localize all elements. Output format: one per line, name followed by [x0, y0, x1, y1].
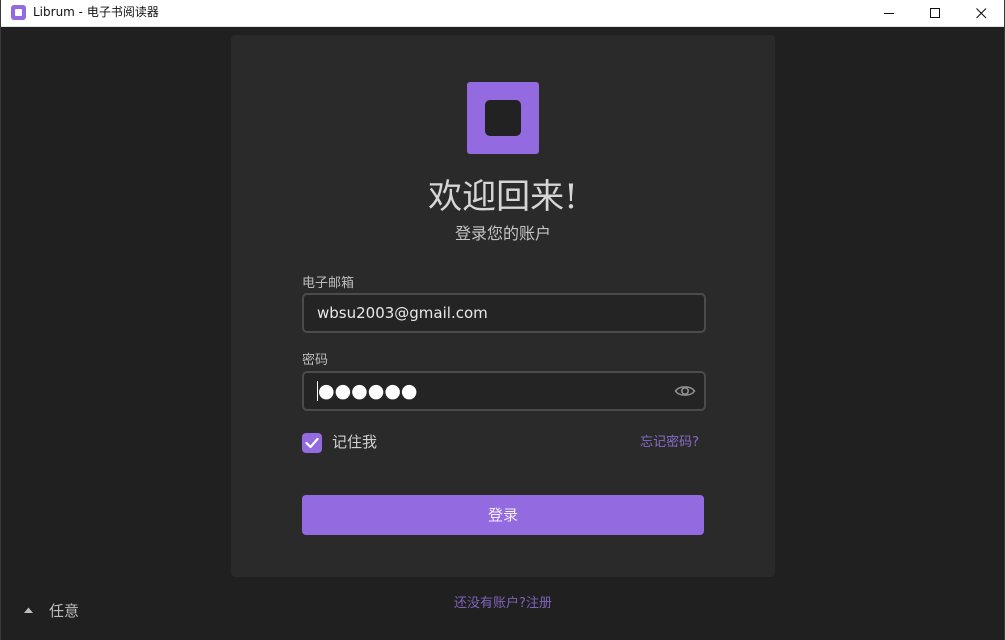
logo-inner-square [485, 100, 521, 136]
window-title: Librum - 电子书阅读器 [33, 5, 159, 19]
email-input[interactable] [304, 295, 664, 331]
librum-logo [467, 82, 539, 154]
password-field[interactable]: ●●●●●● [302, 371, 706, 411]
title-bar[interactable]: Librum - 电子书阅读器 [1, 0, 1004, 27]
minimize-button[interactable] [866, 0, 912, 26]
check-icon [305, 437, 319, 449]
remember-me-label[interactable]: 记住我 [332, 432, 377, 452]
email-label: 电子邮箱 [302, 276, 355, 291]
app-window: Librum - 电子书阅读器 欢迎回来! 登录您的账户 电子邮箱 密码 ●●●… [0, 0, 1005, 640]
login-subheading: 登录您的账户 [454, 224, 551, 243]
close-button[interactable] [958, 0, 1004, 26]
password-label: 密码 [302, 353, 329, 368]
email-field[interactable] [302, 293, 706, 333]
welcome-heading: 欢迎回来! [428, 177, 578, 217]
close-icon [976, 8, 987, 19]
eye-icon [674, 386, 696, 396]
login-card: 欢迎回来! 登录您的账户 电子邮箱 密码 ●●●●●● 记住我 忘记密码? 登录 [231, 35, 775, 577]
show-password-button[interactable] [674, 381, 696, 401]
caret-up-icon [24, 607, 33, 613]
librum-app-icon [11, 5, 26, 20]
maximize-icon [930, 8, 940, 18]
text-caret [317, 381, 318, 401]
password-masked-value[interactable]: ●●●●●● [318, 373, 417, 409]
minimize-icon [884, 13, 894, 14]
language-label: 任意 [49, 602, 80, 620]
maximize-button[interactable] [912, 0, 958, 26]
login-button[interactable]: 登录 [302, 495, 704, 535]
forgot-password-link[interactable]: 忘记密码? [640, 434, 699, 452]
remember-me-checkbox[interactable] [302, 433, 322, 453]
register-link[interactable]: 还没有账户?注册 [231, 595, 775, 613]
